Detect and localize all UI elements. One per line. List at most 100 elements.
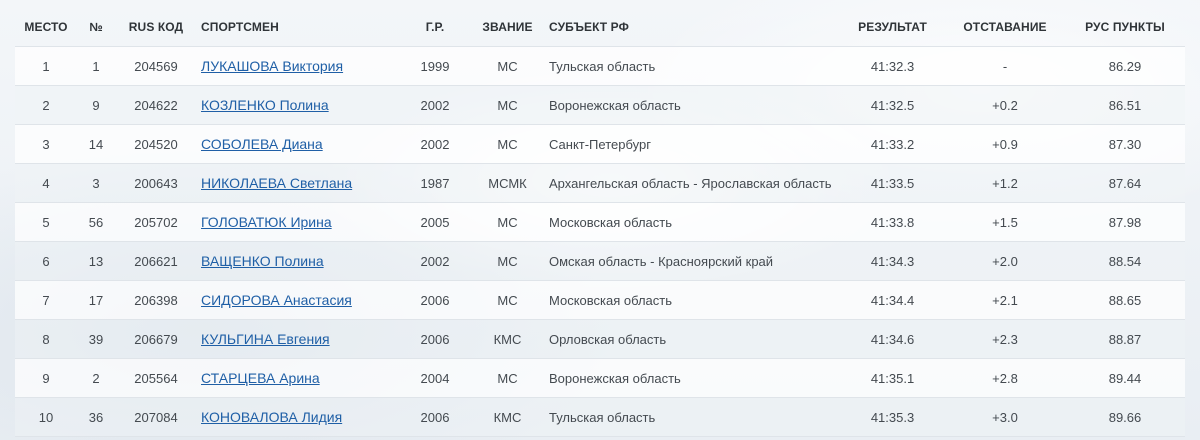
- cell-result: 41:34.4: [840, 280, 945, 320]
- table-row: 2 9 204622 КОЗЛЕНКО Полина 2002 МС Воронежская…: [15, 85, 1185, 125]
- cell-birth-year: 2002: [400, 124, 470, 164]
- cell-place: 3: [15, 124, 77, 164]
- cell-points: 87.64: [1065, 163, 1185, 203]
- cell-behind: +2.8: [945, 358, 1065, 398]
- cell-birth-year: 2002: [400, 85, 470, 125]
- cell-behind: +2.0: [945, 241, 1065, 281]
- cell-region: Тульская область: [545, 397, 840, 437]
- header-athlete: СПОРТСМЕН: [201, 20, 279, 34]
- results-table: МЕСТО № RUS КОД СПОРТСМЕН Г.Р. ЗВАНИЕ СУ…: [15, 8, 1185, 437]
- cell-behind: +0.9: [945, 124, 1065, 164]
- cell-rus-code: 207084: [115, 397, 197, 437]
- cell-behind: +3.0: [945, 397, 1065, 437]
- cell-athlete: ВАЩЕНКО Полина: [197, 241, 400, 281]
- cell-bib: 56: [77, 202, 115, 242]
- cell-points: 86.29: [1065, 46, 1185, 86]
- cell-place: 9: [15, 358, 77, 398]
- cell-result: 41:33.5: [840, 163, 945, 203]
- cell-points: 88.54: [1065, 241, 1185, 281]
- cell-athlete: СИДОРОВА Анастасия: [197, 280, 400, 320]
- cell-points: 88.65: [1065, 280, 1185, 320]
- cell-athlete: ЛУКАШОВА Виктория: [197, 46, 400, 86]
- header-place: МЕСТО: [24, 20, 68, 34]
- cell-rank: МС: [470, 85, 545, 125]
- cell-athlete: ГОЛОВАТЮК Ирина: [197, 202, 400, 242]
- cell-birth-year: 2006: [400, 280, 470, 320]
- cell-athlete: КОНОВАЛОВА Лидия: [197, 397, 400, 437]
- cell-place: 6: [15, 241, 77, 281]
- cell-rank: МС: [470, 241, 545, 281]
- table-row: 5 56 205702 ГОЛОВАТЮК Ирина 2005 МС Московская…: [15, 202, 1185, 242]
- athlete-link[interactable]: НИКОЛАЕВА Светлана: [201, 175, 352, 191]
- cell-birth-year: 2004: [400, 358, 470, 398]
- cell-rank: КМС: [470, 319, 545, 359]
- cell-rus-code: 200643: [115, 163, 197, 203]
- athlete-link[interactable]: ЛУКАШОВА Виктория: [201, 58, 343, 74]
- cell-bib: 17: [77, 280, 115, 320]
- cell-bib: 13: [77, 241, 115, 281]
- cell-place: 7: [15, 280, 77, 320]
- cell-rank: МС: [470, 124, 545, 164]
- cell-rus-code: 204622: [115, 85, 197, 125]
- cell-bib: 1: [77, 46, 115, 86]
- athlete-link[interactable]: ГОЛОВАТЮК Ирина: [201, 214, 332, 230]
- athlete-link[interactable]: СИДОРОВА Анастасия: [201, 292, 352, 308]
- cell-place: 4: [15, 163, 77, 203]
- header-result: РЕЗУЛЬТАТ: [858, 20, 927, 34]
- header-row: МЕСТО № RUS КОД СПОРТСМЕН Г.Р. ЗВАНИЕ СУ…: [15, 8, 1185, 47]
- athlete-link[interactable]: КОЗЛЕНКО Полина: [201, 97, 329, 113]
- cell-bib: 36: [77, 397, 115, 437]
- cell-region: Московская область: [545, 202, 840, 242]
- cell-rus-code: 205564: [115, 358, 197, 398]
- athlete-link[interactable]: СОБОЛЕВА Диана: [201, 136, 323, 152]
- table-row: 7 17 206398 СИДОРОВА Анастасия 2006 МС Московс…: [15, 280, 1185, 320]
- cell-rus-code: 206679: [115, 319, 197, 359]
- cell-region: Воронежская область: [545, 358, 840, 398]
- athlete-link[interactable]: КОНОВАЛОВА Лидия: [201, 409, 342, 425]
- cell-result: 41:32.5: [840, 85, 945, 125]
- cell-result: 41:32.3: [840, 46, 945, 86]
- header-rus-code: RUS КОД: [128, 20, 184, 34]
- cell-rank: МС: [470, 358, 545, 398]
- athlete-link[interactable]: КУЛЬГИНА Евгения: [201, 331, 330, 347]
- cell-behind: +1.2: [945, 163, 1065, 203]
- table-row: 4 3 200643 НИКОЛАЕВА Светлана 1987 МСМК Арханг…: [15, 163, 1185, 203]
- cell-place: 10: [15, 397, 77, 437]
- cell-birth-year: 2002: [400, 241, 470, 281]
- cell-bib: 9: [77, 85, 115, 125]
- cell-points: 86.51: [1065, 85, 1185, 125]
- header-birth-year: Г.Р.: [425, 20, 445, 34]
- cell-result: 41:34.3: [840, 241, 945, 281]
- cell-region: Санкт-Петербург: [545, 124, 840, 164]
- cell-rus-code: 204520: [115, 124, 197, 164]
- cell-birth-year: 2006: [400, 319, 470, 359]
- cell-birth-year: 2006: [400, 397, 470, 437]
- cell-behind: +2.1: [945, 280, 1065, 320]
- table-row: 8 39 206679 КУЛЬГИНА Евгения 2006 КМС Орловска…: [15, 319, 1185, 359]
- cell-behind: +2.3: [945, 319, 1065, 359]
- cell-result: 41:35.1: [840, 358, 945, 398]
- cell-behind: -: [945, 46, 1065, 86]
- athlete-link[interactable]: ВАЩЕНКО Полина: [201, 253, 324, 269]
- header-rank: ЗВАНИЕ: [482, 20, 533, 34]
- cell-result: 41:35.3: [840, 397, 945, 437]
- cell-rank: МСМК: [470, 163, 545, 203]
- cell-result: 41:33.8: [840, 202, 945, 242]
- cell-result: 41:34.6: [840, 319, 945, 359]
- header-bib: №: [89, 20, 103, 34]
- athlete-link[interactable]: СТАРЦЕВА Арина: [201, 370, 320, 386]
- cell-rank: КМС: [470, 397, 545, 437]
- cell-points: 87.30: [1065, 124, 1185, 164]
- cell-bib: 14: [77, 124, 115, 164]
- cell-birth-year: 2005: [400, 202, 470, 242]
- cell-points: 88.87: [1065, 319, 1185, 359]
- header-region: СУБЪЕКТ РФ: [549, 20, 629, 34]
- cell-bib: 39: [77, 319, 115, 359]
- cell-rank: МС: [470, 280, 545, 320]
- cell-place: 1: [15, 46, 77, 86]
- cell-points: 89.66: [1065, 397, 1185, 437]
- cell-athlete: СТАРЦЕВА Арина: [197, 358, 400, 398]
- header-behind: ОТСТАВАНИЕ: [963, 20, 1047, 34]
- cell-rus-code: 206621: [115, 241, 197, 281]
- cell-place: 8: [15, 319, 77, 359]
